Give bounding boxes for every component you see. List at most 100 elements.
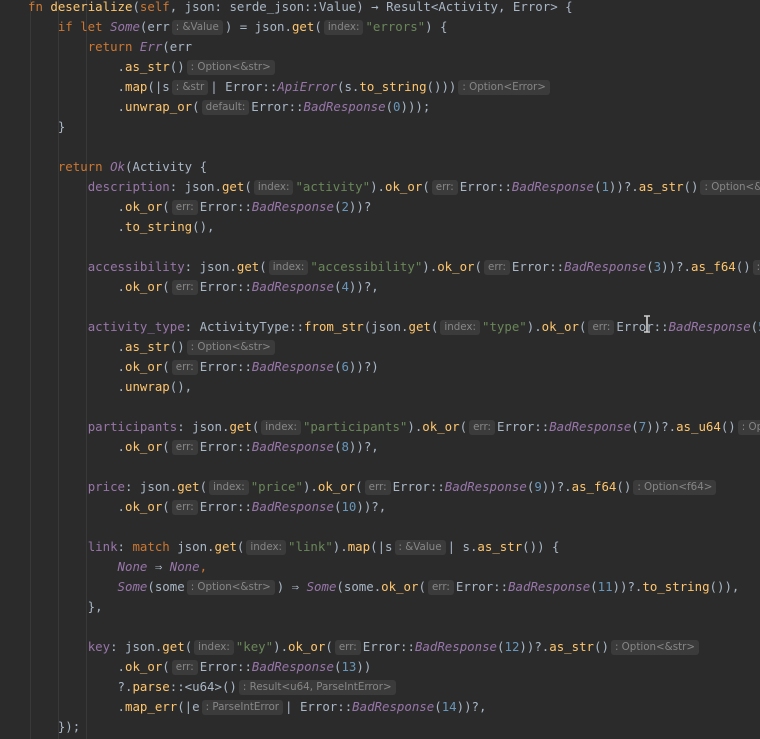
code-token: Error:: (455, 579, 509, 594)
code-token: as_u64 (676, 419, 721, 434)
code-token: BadResponse (508, 579, 591, 594)
code-token: () (720, 419, 736, 434)
code-line[interactable]: .as_str(): Option<&str> (0, 337, 760, 357)
code-token: ( (199, 479, 208, 494)
code-token: BadResponse (414, 639, 498, 654)
code-token: ok_or (124, 199, 163, 214)
code-line[interactable] (0, 457, 760, 477)
code-token: to_string (124, 219, 193, 234)
code-line[interactable]: .ok_or(err: Error::BadResponse(6))?) (0, 357, 760, 377)
code-token: }); (28, 719, 81, 734)
code-line[interactable]: link: match json.get(index: "link").map(|… (0, 537, 760, 557)
code-token: BadResponse (251, 199, 334, 214)
code-token: Error:: (459, 179, 512, 194)
code-token: , json: serde_json::Value) → Result<Acti… (169, 0, 573, 14)
code-token: map (347, 539, 371, 554)
code-line[interactable]: .unwrap(), (0, 377, 760, 397)
parameter-hint: err: (364, 480, 391, 495)
code-token: ( (162, 279, 170, 294)
code-line[interactable] (0, 517, 760, 537)
parameter-hint: err: (431, 180, 458, 195)
code-line[interactable] (0, 397, 760, 417)
code-token: : (117, 539, 133, 554)
code-token: 1 (601, 179, 609, 194)
code-line[interactable]: .to_string(), (0, 217, 760, 237)
type-hint: : ParseIntError (201, 700, 284, 715)
code-line[interactable]: }, (0, 597, 760, 617)
code-token: as_str (549, 639, 595, 654)
code-line[interactable]: None ⇒ None, (0, 557, 760, 577)
code-token: ( (590, 579, 598, 594)
code-line[interactable]: key: json.get(index: "key").ok_or(err: Err… (0, 637, 760, 657)
code-line[interactable]: price: json.get(index: "price").ok_or(err… (0, 477, 760, 497)
code-token: : json. (177, 419, 230, 434)
code-line[interactable]: .ok_or(err: Error::BadResponse(10))?, (0, 497, 760, 517)
code-line[interactable]: .map_err(|e: ParseIntError | Error::BadRe… (0, 697, 760, 717)
code-line[interactable]: participants: json.get(index: "participan… (0, 417, 760, 437)
code-token: ( (162, 659, 170, 674)
code-token: ))?, (456, 699, 487, 714)
code-token: : json. (169, 179, 222, 194)
code-token: ( (162, 499, 170, 514)
code-line[interactable] (0, 137, 760, 157)
code-token: ok_or (124, 499, 163, 514)
code-line[interactable]: return Ok(Activity { (0, 157, 760, 177)
code-line[interactable]: .ok_or(err: Error::BadResponse(8))?, (0, 437, 760, 457)
code-token: . (28, 659, 125, 674)
code-token: BadResponse (511, 179, 594, 194)
code-line[interactable]: accessibility: json.get(index: "accessibi… (0, 257, 760, 277)
parameter-hint: err: (171, 360, 198, 375)
code-token: ( (132, 0, 140, 14)
code-line[interactable] (0, 237, 760, 257)
type-hint: : Option<&str> (186, 60, 275, 75)
code-line[interactable]: .map(|s: &str | Error::ApiError(s.to_stri… (0, 77, 760, 97)
code-token: 11 (597, 579, 613, 594)
type-hint: : Result<u64, ParseIntError> (238, 680, 396, 695)
code-token: Error:: (199, 279, 252, 294)
code-line[interactable]: ?.parse::<u64>(): Result<u64, ParseIntEr… (0, 677, 760, 697)
code-token: . (28, 79, 125, 94)
code-token: () (594, 639, 609, 654)
code-token: ok_or (381, 579, 419, 594)
code-line[interactable]: .unwrap_or(default: Error::BadResponse(0)… (0, 97, 760, 117)
code-line[interactable]: } (0, 117, 760, 137)
code-token: ))?, (348, 439, 379, 454)
code-token: BadResponse (251, 439, 334, 454)
parameter-hint: err: (171, 660, 198, 675)
code-token: ( (459, 419, 468, 434)
code-token: 10 (341, 499, 357, 514)
parameter-hint: err: (171, 440, 198, 455)
code-token: ())) (426, 79, 457, 94)
code-token: to_string (642, 579, 710, 594)
code-line[interactable] (0, 617, 760, 637)
code-line[interactable]: return Err(err (0, 37, 760, 57)
code-line[interactable]: .as_str(): Option<&str> (0, 57, 760, 77)
code-token: 14 (441, 699, 457, 714)
code-token: participants (87, 419, 178, 434)
code-line[interactable]: .ok_or(err: Error::BadResponse(2))? (0, 197, 760, 217)
code-token: : json. (110, 639, 163, 654)
code-token: BadResponse (564, 259, 647, 274)
code-token: as_f64 (571, 479, 617, 494)
code-token: from_str (304, 319, 364, 334)
code-token: (s. (337, 79, 360, 94)
type-hint: : Option<&str> (700, 180, 760, 195)
code-token: (Activity { (124, 159, 208, 174)
code-line[interactable]: }); (0, 717, 760, 737)
code-token: BadResponse (352, 699, 435, 714)
code-token: 13 (341, 659, 357, 674)
code-token: BadResponse (251, 499, 334, 514)
code-token: Error:: (511, 259, 565, 274)
code-line[interactable]: .ok_or(err: Error::BadResponse(13)) (0, 657, 760, 677)
code-editor[interactable]: fn deserialize(self, json: serde_json::V… (0, 0, 760, 739)
code-line[interactable]: fn deserialize(self, json: serde_json::V… (0, 0, 760, 17)
code-line[interactable]: if let Some(err: &Value) = json.get(inde… (0, 17, 760, 37)
code-token: "accessibility" (310, 259, 423, 274)
parameter-hint: index: (268, 260, 309, 275)
code-line[interactable]: Some(some: Option<&str>) ⇒ Some(some.ok_… (0, 577, 760, 597)
code-line[interactable]: description: json.get(index: "activity").… (0, 177, 760, 197)
code-token: ok_or (124, 279, 163, 294)
code-line[interactable]: .ok_or(err: Error::BadResponse(4))?, (0, 277, 760, 297)
